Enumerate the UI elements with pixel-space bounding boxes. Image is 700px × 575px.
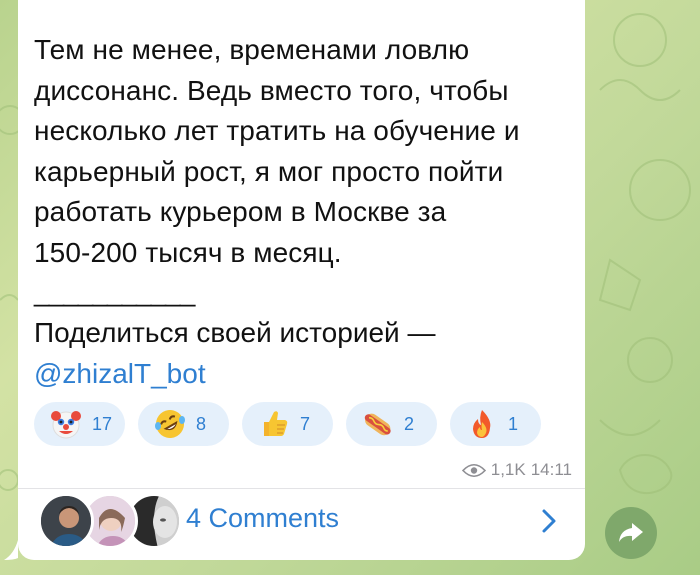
reaction-count: 1 xyxy=(508,413,519,434)
reaction-count: 2 xyxy=(404,413,415,434)
reaction-count: 7 xyxy=(300,413,311,434)
hot-dog-icon xyxy=(364,413,391,436)
chevron-right-icon xyxy=(542,509,556,533)
message-text: Тем не менее, временами ловлю диссонанс.… xyxy=(34,30,574,273)
reaction-clown[interactable]: 17 xyxy=(34,402,125,446)
reactions-bar: 17 8 7 2 1 xyxy=(34,402,541,446)
clown-face-icon xyxy=(51,411,81,439)
bot-link[interactable]: @zhizalT_bot xyxy=(34,354,206,394)
thumbs-up-icon xyxy=(264,411,288,436)
message-time: 14:11 xyxy=(530,460,572,479)
reaction-fire[interactable]: 1 xyxy=(450,402,541,446)
message-meta: 1,1K 14:11 xyxy=(450,460,572,480)
forward-button[interactable] xyxy=(605,507,657,559)
share-arrow-icon xyxy=(619,523,643,542)
reaction-rofl[interactable]: 8 xyxy=(138,402,229,446)
comments-label: 4 Comments xyxy=(186,503,340,533)
eye-icon xyxy=(461,463,486,477)
view-count: 1,1K xyxy=(490,460,526,479)
reaction-hot-dog[interactable]: 2 xyxy=(346,402,437,446)
share-story-text: Поделиться своей историей — xyxy=(34,317,436,348)
comments-button[interactable]: 4 Comments xyxy=(18,489,585,555)
reaction-count: 17 xyxy=(92,413,113,434)
fire-icon xyxy=(473,410,491,438)
reaction-thumbs-up[interactable]: 7 xyxy=(242,402,333,446)
person-avatar-icon xyxy=(41,496,91,546)
message-body: Тем не менее, временами ловлю диссонанс.… xyxy=(34,34,520,268)
avatar xyxy=(38,493,94,549)
message-separator: ___________ xyxy=(34,276,195,307)
rolling-laughing-face-icon xyxy=(155,410,185,438)
reaction-count: 8 xyxy=(196,413,207,434)
